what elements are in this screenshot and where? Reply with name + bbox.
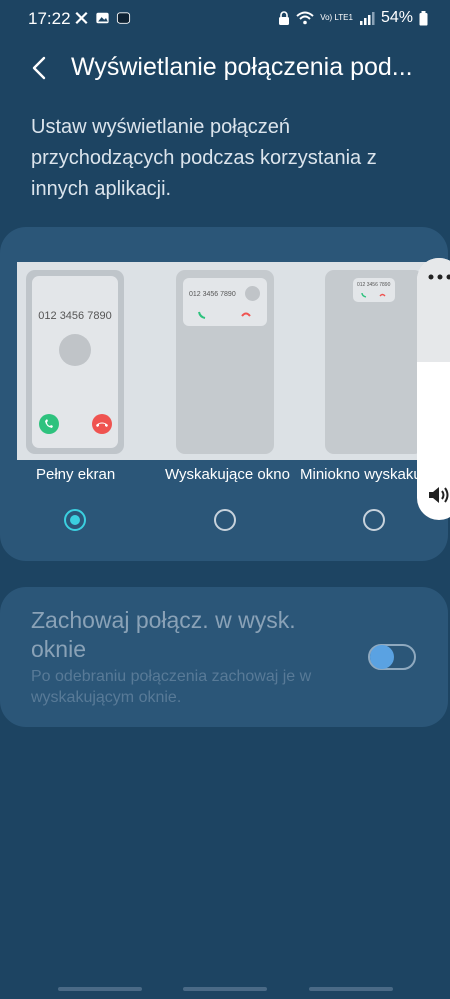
decline-call-icon [241,312,251,317]
popup-window-preview[interactable]: 012 3456 7890 [176,270,274,454]
caller-avatar [59,334,91,366]
keep-in-popup-subtitle: Po odebraniu połączenia zachowaj je w wy… [31,668,312,706]
preview-phone-number: 012 3456 7890 [357,282,391,288]
nav-back-button[interactable] [309,987,393,991]
mini-popup-preview[interactable]: 012 3456 7890 [325,270,423,454]
toggle-knob [370,645,394,669]
option-label-mini-popup[interactable]: Miniokno wyskaku [300,466,422,483]
more-options-icon[interactable] [427,272,450,282]
full-screen-preview[interactable]: 012 3456 7890 [26,270,124,454]
option-label-full-screen[interactable]: Pełny ekran [36,466,115,483]
lock-icon [279,10,290,25]
preview-phone-number: 012 3456 7890 [38,310,112,322]
keep-in-popup-toggle[interactable] [368,644,416,670]
accept-call-icon [361,292,367,298]
page-title: Wyświetlanie połączenia pod... [71,53,413,81]
caller-avatar [245,286,260,301]
radio-popup-window[interactable] [214,509,236,531]
preview-phone-number: 012 3456 7890 [189,291,236,298]
nav-home-button[interactable] [183,987,267,991]
page-description: Ustaw wyświetlanie połączeń przychodzący… [31,116,377,200]
app-icon [116,12,131,24]
network-label: Vo) LTE1 [320,13,353,22]
status-time: 17:22 [28,9,71,28]
decline-call-icon [92,414,112,434]
keep-in-popup-title: Zachowaj połącz. w wysk. oknie [31,607,296,662]
decline-call-icon [379,293,386,297]
signal-icon [359,12,375,25]
notification-icon [75,11,88,25]
navigation-bar [0,980,450,999]
accept-call-icon [198,311,206,319]
accept-call-icon [39,414,59,434]
back-arrow-icon[interactable] [26,54,54,82]
wifi-icon [296,11,314,25]
speaker-icon[interactable] [427,484,450,506]
battery-percent: 54% [380,9,413,26]
option-label-popup-window[interactable]: Wyskakujące okno [165,466,290,483]
volume-panel[interactable] [417,258,450,520]
app-bar: Wyświetlanie połączenia pod... [0,44,450,92]
nav-recents-button[interactable] [58,987,142,991]
status-bar: 17:22 Vo) LTE1 54% [0,0,450,36]
radio-full-screen[interactable] [64,509,86,531]
radio-mini-popup[interactable] [363,509,385,531]
battery-icon [419,10,428,25]
gallery-icon [96,12,109,24]
call-display-preview: 012 3456 7890 012 3456 7890 012 3456 789… [17,262,433,460]
